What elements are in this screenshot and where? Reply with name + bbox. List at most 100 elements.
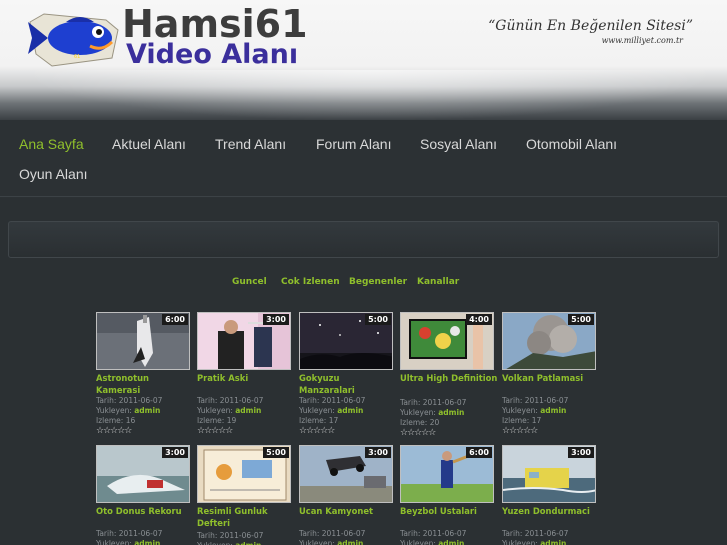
date-value: 2011-06-07 xyxy=(524,396,569,405)
rating-stars-icon[interactable]: ☆☆☆☆☆ xyxy=(502,426,538,436)
svg-text:61: 61 xyxy=(74,54,80,60)
video-title[interactable]: Ucan Kamyonet xyxy=(299,505,397,517)
date-value: 2011-06-07 xyxy=(118,396,163,405)
video-views: Izleme: 19 xyxy=(197,416,295,426)
video-title[interactable]: Beyzbol Ustalari xyxy=(400,505,498,517)
video-date: Tarih: 2011-06-07 xyxy=(197,396,295,406)
nav-item-otomobil[interactable]: Otomobil Alanı xyxy=(526,136,617,152)
video-views: Izleme: 20 xyxy=(400,418,498,428)
nav-item-forum[interactable]: Forum Alanı xyxy=(316,136,391,152)
views-label: Izleme: xyxy=(400,418,430,427)
duration-badge: 3:00 xyxy=(568,447,594,458)
video-title[interactable]: Oto Donus Rekoru xyxy=(96,505,194,517)
views-label: Izleme: xyxy=(96,416,126,425)
nav-divider xyxy=(0,196,727,197)
video-uploader: Yukleyen: admin xyxy=(502,539,600,545)
video-thumbnail[interactable]: 5:00 xyxy=(299,312,393,370)
video-date: Tarih: 2011-06-07 xyxy=(96,529,194,539)
video-thumbnail[interactable]: 6:00 xyxy=(400,445,494,503)
date-value: 2011-06-07 xyxy=(219,396,264,405)
uploader-link[interactable]: admin xyxy=(540,406,566,415)
rating-stars-icon[interactable]: ☆☆☆☆☆ xyxy=(400,428,436,438)
video-uploader: Yukleyen: admin xyxy=(400,539,498,545)
uploader-link[interactable]: admin xyxy=(337,406,363,415)
nav-item-ana-sayfa[interactable]: Ana Sayfa xyxy=(19,136,84,152)
video-uploader: Yukleyen: admin xyxy=(197,541,295,545)
video-thumbnail[interactable]: 3:00 xyxy=(197,312,291,370)
nav-item-sosyal[interactable]: Sosyal Alanı xyxy=(420,136,497,152)
video-uploader: Yukleyen: admin xyxy=(400,408,498,418)
views-value: 17 xyxy=(531,416,542,425)
video-uploader: Yukleyen: admin xyxy=(197,406,295,416)
nav-item-trend[interactable]: Trend Alanı xyxy=(215,136,286,152)
video-thumbnail[interactable]: 3:00 xyxy=(502,445,596,503)
video-title[interactable]: Resimli Gunluk Defteri xyxy=(197,505,295,529)
duration-badge: 5:00 xyxy=(568,314,594,325)
tab-cok-izlenen[interactable]: Cok Izlenen xyxy=(281,277,340,287)
video-uploader: Yukleyen: admin xyxy=(96,406,194,416)
uploader-label: Yukleyen: xyxy=(197,406,236,415)
views-label: Izleme: xyxy=(197,416,227,425)
uploader-link[interactable]: admin xyxy=(337,539,363,545)
nav-item-oyun[interactable]: Oyun Alanı xyxy=(19,166,88,182)
views-value: 16 xyxy=(125,416,136,425)
video-date: Tarih: 2011-06-07 xyxy=(502,529,600,539)
date-value: 2011-06-07 xyxy=(524,529,569,538)
date-label: Tarih: xyxy=(400,529,423,538)
views-value: 19 xyxy=(226,416,237,425)
video-title[interactable]: Pratik Aski xyxy=(197,372,295,384)
uploader-label: Yukleyen: xyxy=(502,406,541,415)
header-wave xyxy=(0,70,727,120)
video-date: Tarih: 2011-06-07 xyxy=(299,396,397,406)
video-thumbnail[interactable]: 4:00 xyxy=(400,312,494,370)
uploader-link[interactable]: admin xyxy=(235,406,261,415)
uploader-label: Yukleyen: xyxy=(400,539,439,545)
video-thumbnail[interactable]: 3:00 xyxy=(299,445,393,503)
rating-stars-icon[interactable]: ☆☆☆☆☆ xyxy=(197,426,233,436)
tab-kanallar[interactable]: Kanallar xyxy=(417,277,459,287)
date-value: 2011-06-07 xyxy=(321,529,366,538)
video-thumbnail[interactable]: 3:00 xyxy=(96,445,190,503)
date-label: Tarih: xyxy=(96,529,119,538)
video-views: Izleme: 16 xyxy=(96,416,194,426)
video-title[interactable]: Yuzen Dondurmaci xyxy=(502,505,600,517)
nav-item-aktuel[interactable]: Aktuel Alanı xyxy=(112,136,186,152)
uploader-link[interactable]: admin xyxy=(235,541,261,545)
video-title[interactable]: Gokyuzu Manzaralari xyxy=(299,372,397,396)
duration-badge: 3:00 xyxy=(263,314,289,325)
tab-begenenler[interactable]: Begenenler xyxy=(349,277,407,287)
date-value: 2011-06-07 xyxy=(219,531,264,540)
date-label: Tarih: xyxy=(299,396,322,405)
date-label: Tarih: xyxy=(197,396,220,405)
date-value: 2011-06-07 xyxy=(422,398,467,407)
uploader-link[interactable]: admin xyxy=(134,406,160,415)
rating-stars-icon[interactable]: ☆☆☆☆☆ xyxy=(96,426,132,436)
views-value: 17 xyxy=(328,416,339,425)
uploader-label: Yukleyen: xyxy=(96,539,135,545)
video-thumbnail[interactable]: 5:00 xyxy=(197,445,291,503)
tab-guncel[interactable]: Guncel xyxy=(232,277,267,287)
views-label: Izleme: xyxy=(502,416,532,425)
rating-stars-icon[interactable]: ☆☆☆☆☆ xyxy=(299,426,335,436)
uploader-link[interactable]: admin xyxy=(438,539,464,545)
video-title[interactable]: Astronotun Kamerasi xyxy=(96,372,194,396)
fish-logo-icon[interactable]: 61 xyxy=(22,8,122,70)
uploader-label: Yukleyen: xyxy=(299,406,338,415)
date-label: Tarih: xyxy=(299,529,322,538)
date-value: 2011-06-07 xyxy=(118,529,163,538)
video-date: Tarih: 2011-06-07 xyxy=(96,396,194,406)
uploader-link[interactable]: admin xyxy=(134,539,160,545)
site-subtitle[interactable]: Video Alanı xyxy=(126,40,298,70)
uploader-link[interactable]: admin xyxy=(438,408,464,417)
uploader-link[interactable]: admin xyxy=(540,539,566,545)
site-title[interactable]: Hamsi61 xyxy=(122,4,308,44)
video-thumbnail[interactable]: 6:00 xyxy=(96,312,190,370)
uploader-label: Yukleyen: xyxy=(197,541,235,545)
duration-badge: 5:00 xyxy=(365,314,391,325)
uploader-label: Yukleyen: xyxy=(299,539,338,545)
video-thumbnail[interactable]: 5:00 xyxy=(502,312,596,370)
uploader-label: Yukleyen: xyxy=(502,539,541,545)
duration-badge: 3:00 xyxy=(162,447,188,458)
video-title[interactable]: Ultra High Definition xyxy=(400,372,498,384)
video-title[interactable]: Volkan Patlamasi xyxy=(502,372,600,384)
